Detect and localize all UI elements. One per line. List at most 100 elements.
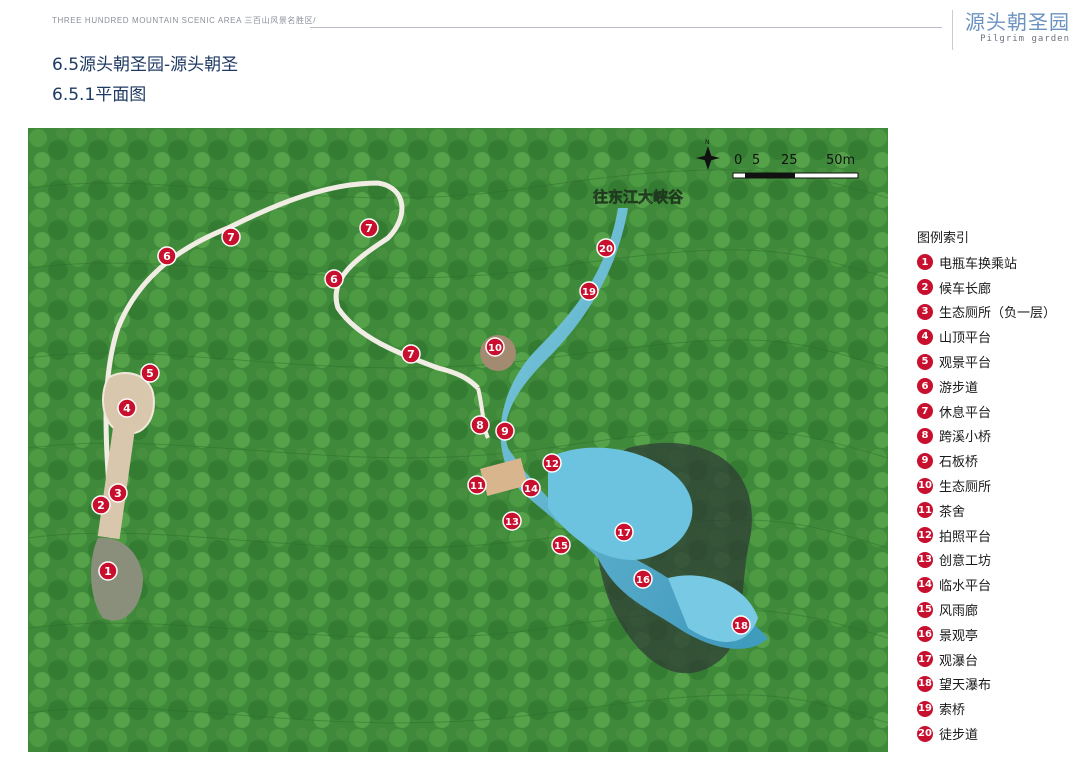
legend-label: 景观亭 [939, 628, 979, 644]
legend-label: 跨溪小桥 [939, 430, 992, 446]
legend-label: 风雨廊 [939, 604, 979, 620]
map-marker-number: 2 [97, 499, 105, 512]
legend-item: 15 风雨廊 [917, 597, 1077, 622]
legend-label: 山顶平台 [939, 331, 992, 347]
legend-number-badge: 19 [917, 700, 933, 717]
section-title: 6.5源头朝圣园-源头朝圣 [52, 55, 239, 75]
legend-item: 5 观景平台 [917, 349, 1077, 374]
plan-subtitle: 6.5.1平面图 [52, 85, 147, 105]
legend-item: 20 徒步道 [917, 721, 1077, 746]
scale-label-5: 5 [752, 153, 760, 168]
legend-item: 9 石板桥 [917, 448, 1077, 473]
legend-number-badge: 11 [917, 502, 933, 519]
map-marker-number: 10 [488, 343, 502, 354]
legend-label: 徒步道 [939, 728, 979, 744]
legend-item: 3 生态厕所（负一层） [917, 300, 1077, 325]
map-marker-number: 6 [330, 273, 338, 286]
map-marker-number: 19 [582, 287, 596, 298]
legend-number-badge: 12 [917, 527, 933, 544]
map-marker-number: 18 [734, 621, 748, 632]
map-marker-number: 14 [524, 484, 538, 495]
legend-label: 创意工坊 [939, 554, 992, 570]
legend-number-badge: 16 [917, 626, 933, 643]
legend-item: 4 山顶平台 [917, 324, 1077, 349]
map-marker-number: 1 [104, 565, 112, 578]
map-marker-number: 17 [617, 528, 631, 539]
legend-number-badge: 5 [917, 353, 933, 370]
brand-subtitle: Pilgrim garden [980, 34, 1070, 44]
map-marker-number: 16 [636, 575, 650, 586]
legend-label: 生态厕所 [939, 480, 992, 496]
brand-title: 源头朝圣园 [965, 10, 1070, 34]
site-plan-svg: 往东江大峡谷 N 0 5 25 50m 1234567767 108 911 1412… [28, 128, 888, 752]
legend-label: 石板桥 [939, 455, 979, 471]
legend-label: 观景平台 [939, 356, 992, 372]
map-marker-number: 11 [470, 481, 484, 492]
legend-panel: 图例索引 1 电瓶车换乘站 2 候车长廊 3 生态厕所（负一层） 4 山顶平台 5 观景平台 6 游步… [917, 228, 1077, 746]
legend-number-badge: 1 [917, 254, 933, 271]
legend-item: 13 创意工坊 [917, 548, 1077, 573]
scale-label-50m: 50m [826, 153, 855, 168]
map-marker-number: 3 [114, 487, 122, 500]
legend-item: 8 跨溪小桥 [917, 424, 1077, 449]
map-marker-number: 12 [545, 459, 559, 470]
legend-label: 游步道 [939, 380, 979, 396]
legend-number-badge: 13 [917, 551, 933, 568]
legend-title: 图例索引 [917, 231, 970, 246]
map-marker-number: 9 [501, 425, 509, 438]
legend-number-badge: 17 [917, 651, 933, 668]
legend-item: 6 游步道 [917, 374, 1077, 399]
map-marker-number: 15 [554, 541, 568, 552]
legend-number-badge: 3 [917, 303, 933, 320]
legend-item: 12 拍照平台 [917, 523, 1077, 548]
legend-item: 18 望天瀑布 [917, 672, 1077, 697]
legend-number-badge: 9 [917, 452, 933, 469]
map-marker-number: 7 [407, 348, 415, 361]
map-marker-number: 8 [476, 419, 484, 432]
legend-item: 11 茶舍 [917, 498, 1077, 523]
legend-number-badge: 10 [917, 477, 933, 494]
scale-bar: 0 5 25 50m [732, 153, 859, 179]
map-marker-number: 6 [163, 250, 171, 263]
legend-label: 电瓶车换乘站 [939, 256, 1018, 272]
site-plan-map: 往东江大峡谷 N 0 5 25 50m 1 2 3 4 5 6 7 7 6 7 10 8 9 11 14 12… [28, 128, 888, 752]
map-marker-number: 7 [365, 222, 373, 235]
legend-label: 临水平台 [939, 579, 992, 595]
map-marker-number: 7 [227, 231, 235, 244]
legend-number-badge: 15 [917, 601, 933, 618]
legend-number-badge: 14 [917, 576, 933, 593]
forest-background [28, 128, 888, 752]
legend-item: 19 索桥 [917, 696, 1077, 721]
map-marker-number: 13 [505, 517, 519, 528]
legend-label: 休息平台 [939, 405, 992, 421]
scale-label-0: 0 [734, 153, 742, 168]
map-marker-number: 5 [146, 367, 154, 380]
legend-number-badge: 20 [917, 725, 933, 742]
map-marker-number: 4 [123, 402, 131, 415]
legend-number-badge: 6 [917, 378, 933, 395]
legend-label: 生态厕所（负一层） [939, 306, 1057, 322]
legend-label: 望天瀑布 [939, 678, 992, 694]
legend-item: 10 生态厕所 [917, 473, 1077, 498]
header-vertical-divider [952, 10, 953, 50]
legend-number-badge: 2 [917, 279, 933, 296]
legend-item: 17 观瀑台 [917, 647, 1077, 672]
legend-item: 16 景观亭 [917, 622, 1077, 647]
legend-label: 索桥 [939, 703, 966, 719]
legend-label: 候车长廊 [939, 281, 992, 297]
legend-number-badge: 7 [917, 403, 933, 420]
direction-label: 往东江大峡谷 [593, 188, 684, 206]
legend-item: 14 临水平台 [917, 572, 1077, 597]
legend-label: 拍照平台 [939, 529, 992, 545]
legend-item: 7 休息平台 [917, 399, 1077, 424]
scale-label-25: 25 [781, 153, 798, 168]
legend-number-badge: 8 [917, 427, 933, 444]
legend-number-badge: 18 [917, 675, 933, 692]
legend-number-badge: 4 [917, 328, 933, 345]
legend-list: 1 电瓶车换乘站 2 候车长廊 3 生态厕所（负一层） 4 山顶平台 5 观景平台 6 游步道 7 休息平… [917, 250, 1077, 746]
legend-item: 1 电瓶车换乘站 [917, 250, 1077, 275]
legend-label: 观瀑台 [939, 653, 979, 669]
map-marker-number: 20 [599, 244, 613, 255]
legend-label: 茶舍 [939, 504, 966, 520]
legend-item: 2 候车长廊 [917, 275, 1077, 300]
